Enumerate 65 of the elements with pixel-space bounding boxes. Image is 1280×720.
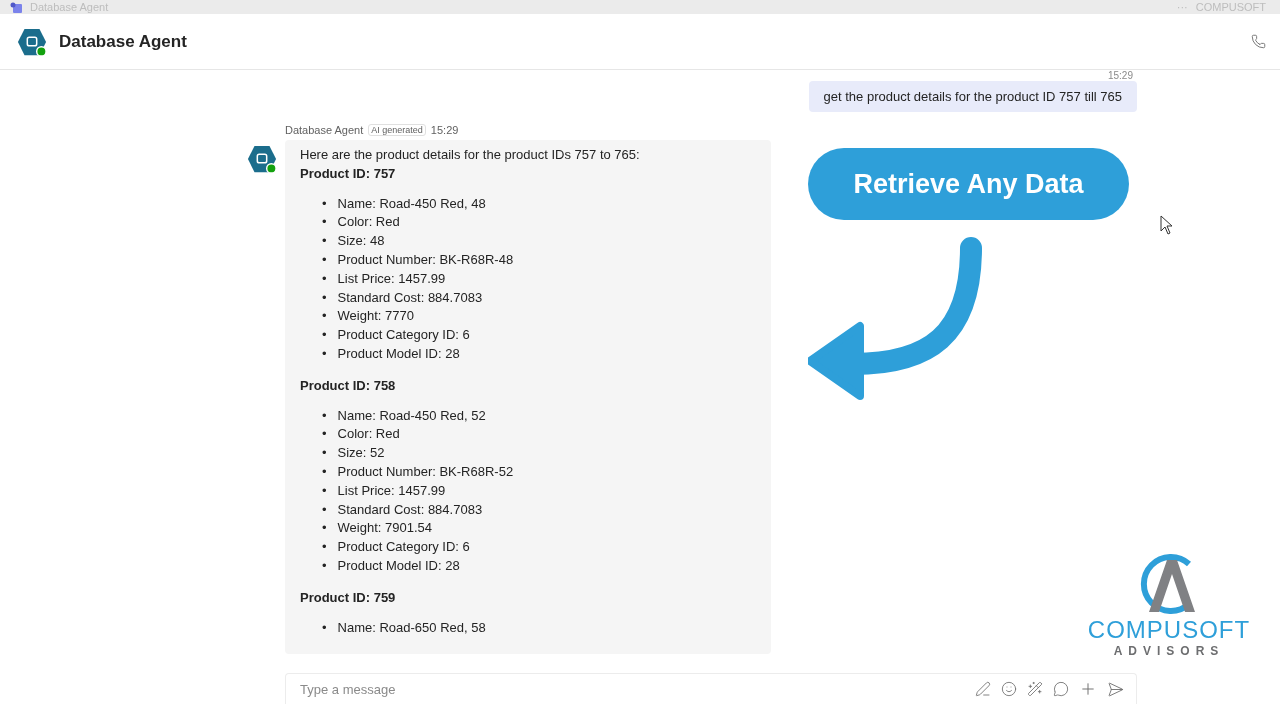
bullet: • — [322, 618, 327, 637]
more-menu[interactable]: ··· — [1176, 1, 1188, 13]
product-detail: Product Model ID: 28 — [337, 344, 460, 363]
product-detail: Product Number: BK-R68R-52 — [337, 462, 514, 481]
mouse-cursor-icon — [1160, 215, 1174, 235]
bullet: • — [322, 444, 327, 463]
chat-bubble-icon[interactable] — [1053, 681, 1069, 697]
composer-bar[interactable]: Type a message — [285, 673, 1137, 704]
product-detail: Size: 48 — [337, 232, 385, 251]
product-detail: Product Number: BK-R68R-48 — [337, 251, 514, 269]
message-field[interactable]: Type a message — [298, 680, 965, 698]
bullet: • — [322, 307, 327, 326]
product-detail: Color: Red — [337, 425, 400, 444]
format-icon[interactable] — [975, 681, 991, 697]
bullet: • — [322, 425, 327, 444]
bullet: • — [322, 269, 327, 288]
bot-avatar-icon — [17, 26, 47, 57]
call-button[interactable] — [1251, 34, 1266, 49]
product-detail: Weight: 7901.54 — [337, 519, 432, 538]
chat-title: Database Agent — [59, 31, 188, 52]
bullet: • — [322, 406, 327, 425]
product-detail: Size: 52 — [337, 444, 385, 463]
bullet: • — [322, 288, 327, 307]
send-icon[interactable] — [1107, 680, 1124, 698]
logo-tagline: ADVISORS — [1113, 644, 1225, 658]
bullet: • — [322, 251, 327, 269]
bullet: • — [322, 344, 327, 363]
product-heading: Product ID: 757 — [300, 164, 397, 183]
bullet: • — [322, 194, 327, 213]
user-message: get the product details for the product ID 757 till 765 — [808, 81, 1137, 112]
product-detail: Standard Cost: 884.7083 — [337, 288, 483, 307]
product-detail: Name: Road-450 Red, 52 — [337, 406, 486, 425]
bullet: • — [322, 519, 327, 538]
product-detail: Name: Road-650 Red, 58 — [337, 618, 486, 637]
emoji-icon[interactable] — [1001, 681, 1017, 697]
bullet: • — [322, 326, 327, 345]
bot-avatar-icon — [247, 144, 277, 174]
product-detail: Product Category ID: 6 — [337, 538, 470, 557]
product-detail: Weight: 7770 — [337, 307, 414, 326]
bullet: • — [322, 232, 327, 251]
sender-name: Database Agent — [285, 124, 364, 136]
bullet: • — [322, 538, 327, 557]
bullet: • — [322, 500, 327, 519]
magic-wand-icon[interactable] — [1027, 681, 1043, 697]
message-time: 15:29 — [430, 124, 459, 136]
product-detail: Color: Red — [337, 213, 400, 232]
callout-banner: Retrieve Any Data — [808, 148, 1129, 220]
app-icon — [10, 1, 22, 13]
bullet: • — [322, 481, 327, 500]
bullet: • — [322, 213, 327, 232]
add-icon[interactable] — [1079, 680, 1097, 698]
product-heading: Product ID: 758 — [300, 376, 397, 395]
ai-generated-label: AI generated — [368, 124, 426, 136]
product-detail: Product Model ID: 28 — [337, 556, 460, 575]
product-detail: Name: Road-450 Red, 48 — [337, 194, 486, 213]
message-text: Here are the product details for the product IDs 757 to 765: — [300, 146, 641, 164]
bullet: • — [322, 556, 327, 575]
bullet: • — [322, 462, 327, 481]
product-detail: Product Category ID: 6 — [337, 326, 470, 345]
message-time: 15:29 — [1107, 70, 1133, 81]
product-heading: Product ID: 759 — [300, 588, 397, 607]
product-detail: Standard Cost: 884.7083 — [337, 500, 483, 519]
product-detail: List Price: 1457.99 — [337, 481, 446, 500]
logo-name: COMPUSOFT — [1087, 616, 1251, 644]
product-detail: List Price: 1457.99 — [337, 269, 446, 288]
